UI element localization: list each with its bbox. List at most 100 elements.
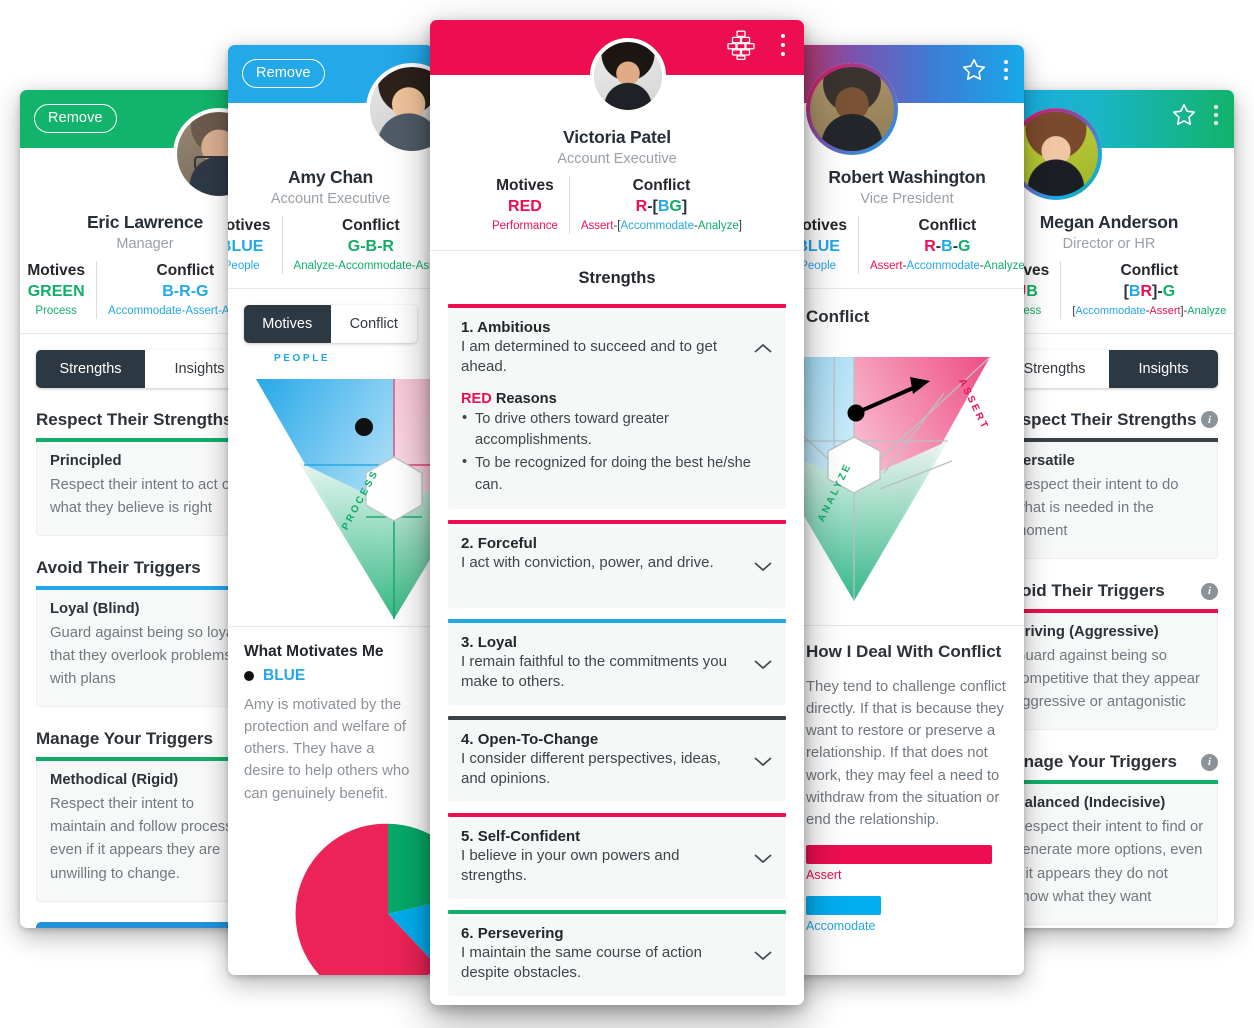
strength-body[interactable]: 4. Open-To-Change I consider different p… <box>448 719 786 803</box>
conflict-sub: Analyze-Accommodate-Assert <box>293 259 433 272</box>
profile-card-amy[interactable]: Remove Amy Chan Account Executive Motive… <box>228 45 433 975</box>
fact-card: Loyal (Blind) Guard against being so loy… <box>36 590 254 708</box>
brand-logo-icon[interactable] <box>724 30 758 60</box>
tab-conflict[interactable]: Conflict <box>330 304 417 343</box>
strength-desc: I am determined to succeed and to get ah… <box>461 337 717 375</box>
strength-title: 3. Loyal <box>461 634 773 651</box>
strength-item[interactable]: 4. Open-To-Change I consider different p… <box>448 715 786 803</box>
tab-bar[interactable]: Strengths Insights <box>1000 349 1218 388</box>
reasons-heading: RED Reasons <box>461 391 773 407</box>
motives-sub: People <box>228 259 260 272</box>
strength-item[interactable]: 6. Persevering I maintain the same cours… <box>448 910 786 997</box>
strength-label: Forceful <box>477 534 537 552</box>
motives-column: Motives BLUE People <box>228 216 282 274</box>
bar-label: Accomodate <box>806 919 876 934</box>
more-options-icon[interactable] <box>1001 56 1011 84</box>
what-motivates-heading: What Motivates Me <box>244 642 384 660</box>
fact-card: Methodical (Rigid) Respect their intent … <box>36 761 254 902</box>
motives-sub: Process <box>35 304 77 317</box>
what-motivates-color: BLUE <box>263 666 306 684</box>
strength-body[interactable]: 5. Self-Confident I believe in your own … <box>448 817 786 900</box>
remove-button[interactable]: Remove <box>34 104 117 133</box>
header-icons <box>1171 101 1221 129</box>
chevron-down-icon[interactable] <box>753 658 773 670</box>
tab-strengths[interactable]: Strengths <box>36 349 145 388</box>
fact-title: Driving (Aggressive) <box>1014 624 1159 641</box>
strength-item[interactable]: 3. Loyal I remain faithful to the commit… <box>448 618 786 705</box>
chevron-down-icon[interactable] <box>753 560 773 572</box>
more-options-icon[interactable] <box>1211 101 1221 129</box>
tab-insights[interactable]: Insights <box>1109 349 1218 388</box>
strength-body[interactable]: 1. Ambitious I am determined to succeed … <box>448 307 786 509</box>
tab-bar[interactable]: Strengths Insights <box>36 349 254 388</box>
trigon-data-point <box>355 417 373 436</box>
strength-body[interactable]: 3. Loyal I remain faithful to the commit… <box>448 622 786 705</box>
info-icon[interactable]: i <box>1201 582 1218 600</box>
motives-conflict-summary: Motives HUB Process Conflict [BR]-G [Acc… <box>992 261 1226 319</box>
reasons-color-word: RED <box>461 391 492 408</box>
strength-index: 4. <box>461 730 474 748</box>
strength-item[interactable]: 5. Self-Confident I believe in your own … <box>448 813 786 900</box>
strength-item[interactable]: 2. Forceful I act with conviction, power… <box>448 519 786 608</box>
identity-block: Victoria Patel Account Executive Motives… <box>430 127 804 234</box>
screenshot-stage: Remove Eric Lawrence Manager Motives GRE… <box>0 0 1254 1028</box>
tab-motives[interactable]: Motives <box>244 304 331 343</box>
person-name: Megan Anderson <box>1039 212 1179 232</box>
strength-desc: I maintain the same course of action des… <box>461 944 702 982</box>
motives-conflict-summary: Motives RED Performance Conflict R-[BG] … <box>440 176 794 234</box>
strength-title: 6. Persevering <box>461 925 773 942</box>
strength-body[interactable]: 2. Forceful I act with conviction, power… <box>448 523 786 608</box>
reason-item: To be recognized for doing the best he/s… <box>461 452 773 495</box>
conflict-column: Conflict R-[BG] Assert-[Accommodate-Anal… <box>568 176 753 234</box>
fact-body: Respect their intent to do what is neede… <box>1014 476 1179 540</box>
conflict-header: Conflict <box>632 177 691 194</box>
chevron-down-icon[interactable] <box>753 949 773 961</box>
motives-header: Motives <box>228 217 271 234</box>
trigon-svg <box>790 356 991 601</box>
motives-pie-chart <box>228 819 433 975</box>
strength-item[interactable]: 1. Ambitious I am determined to succeed … <box>448 303 786 509</box>
trigon-svg <box>256 378 433 619</box>
bar-fill <box>806 845 992 865</box>
conflict-header: Conflict <box>342 217 400 234</box>
strength-title: 5. Self-Confident <box>461 828 773 845</box>
fact-title: Balanced (Indecisive) <box>1014 795 1166 812</box>
strength-index: 6. <box>461 925 474 943</box>
strength-title: 2. Forceful <box>461 535 773 552</box>
person-title: Director or HR <box>1062 236 1156 252</box>
info-icon[interactable]: i <box>1201 753 1218 771</box>
motives-value: GREEN <box>27 283 85 301</box>
remove-button[interactable]: Remove <box>242 59 325 88</box>
chevron-down-icon[interactable] <box>753 755 773 767</box>
person-name: Victoria Patel <box>563 127 671 147</box>
conflict-column: Conflict R-B-G Assert-Accommodate-Analyz… <box>858 216 1024 274</box>
strength-desc: I remain faithful to the commitments you… <box>461 652 727 690</box>
info-icon[interactable]: i <box>1201 411 1218 429</box>
star-icon[interactable] <box>1171 102 1197 128</box>
conflict-sub: Assert-[Accommodate-Analyze] <box>580 219 742 232</box>
conflict-value: [BR]-G <box>1123 283 1176 301</box>
refresh-button[interactable]: Refresh <box>36 921 254 928</box>
more-options-icon[interactable] <box>778 30 788 60</box>
pie-svg <box>295 823 433 975</box>
motives-value: BLUE <box>228 238 264 256</box>
tab-bar[interactable]: Motives Conflict <box>244 304 417 343</box>
section-heading: How I Deal With Conflict <box>806 641 1002 661</box>
section-heading-label: Avoid Their Triggers <box>1000 581 1165 601</box>
strength-label: Persevering <box>477 925 564 943</box>
fact-body: Respect their intent to act on what they… <box>50 476 239 516</box>
header-icons <box>724 30 788 60</box>
conflict-sub: Assert-Accommodate-Analyze <box>870 259 1024 272</box>
fact-title: Versatile <box>1014 452 1075 469</box>
chevron-down-icon[interactable] <box>753 852 773 864</box>
fact-title: Loyal (Blind) <box>50 601 140 618</box>
profile-card-washington[interactable]: Robert Washington Vice President Motives… <box>790 45 1024 975</box>
motives-trigon-chart: PEOPLE PROCESS <box>228 353 433 622</box>
avatar-image <box>594 42 662 110</box>
profile-card-victoria[interactable]: Victoria Patel Account Executive Motives… <box>430 20 804 1005</box>
chevron-up-icon[interactable] <box>753 342 773 354</box>
fact-body: Respect their intent to find or generate… <box>1014 819 1204 905</box>
bar-fill <box>806 896 881 916</box>
star-icon[interactable] <box>961 57 987 83</box>
strength-body[interactable]: 6. Persevering I maintain the same cours… <box>448 914 786 997</box>
